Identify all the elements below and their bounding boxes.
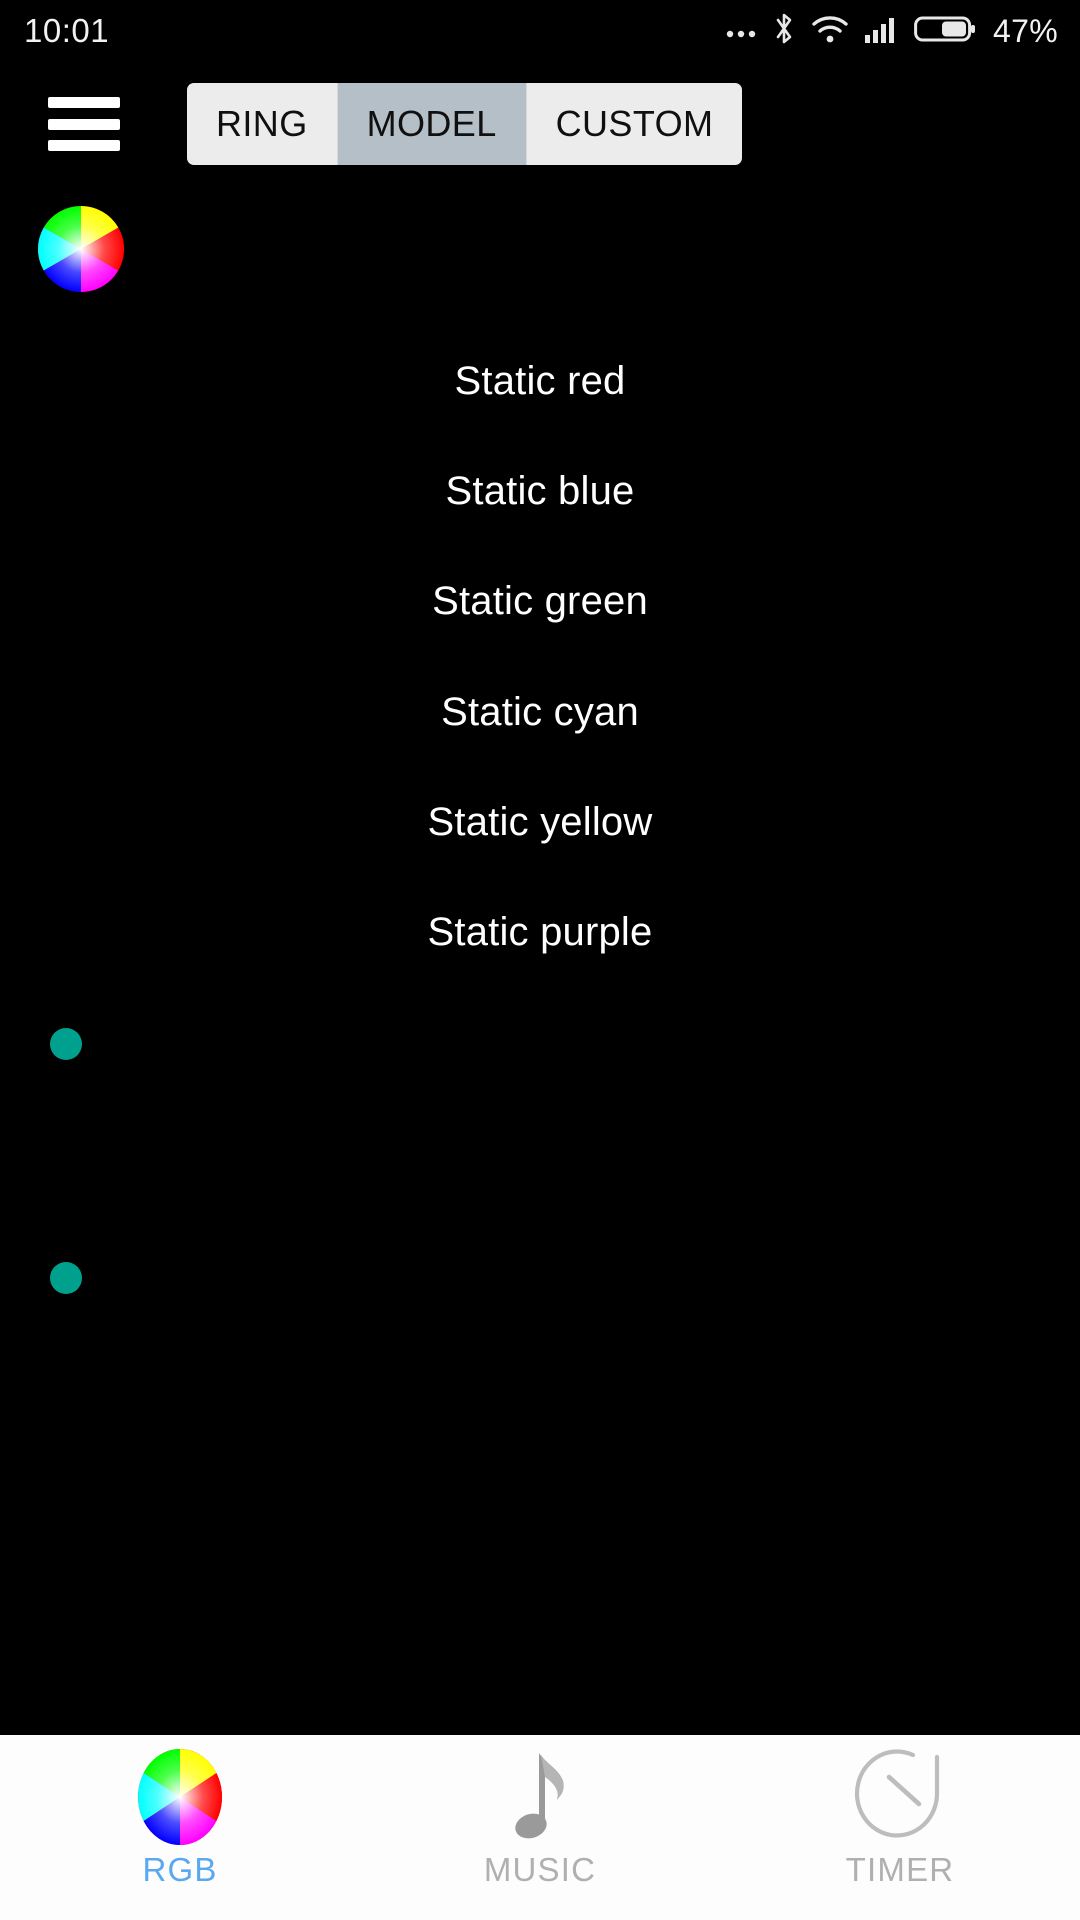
cellular-signal-icon bbox=[863, 13, 901, 50]
mode-item-static-green[interactable]: Static green bbox=[0, 579, 1080, 624]
nav-item-timer[interactable]: TIMER bbox=[720, 1735, 1080, 1889]
bottom-navigation-bar: RGB MUSIC TIMER bbox=[0, 1735, 1080, 1920]
nav-timer-icon-wrap bbox=[852, 1747, 948, 1848]
hamburger-menu-icon[interactable] bbox=[48, 97, 120, 151]
main-content: Static red Static blue Static green Stat… bbox=[0, 184, 1080, 1735]
nav-label-timer: TIMER bbox=[845, 1851, 955, 1888]
mode-item-static-blue[interactable]: Static blue bbox=[0, 469, 1080, 514]
tab-ring[interactable]: RING bbox=[187, 83, 338, 165]
nav-music-icon-wrap bbox=[492, 1749, 588, 1845]
mode-segmented-control: RING MODEL CUSTOM bbox=[187, 83, 743, 165]
hamburger-bar-1 bbox=[48, 97, 120, 108]
wifi-icon bbox=[810, 12, 850, 51]
tab-custom[interactable]: CUSTOM bbox=[526, 83, 743, 165]
status-bar-icons: 47% bbox=[724, 10, 1058, 53]
mode-item-static-red[interactable]: Static red bbox=[0, 359, 1080, 404]
status-bar-clock: 10:01 bbox=[24, 12, 110, 49]
brightness-slider-thumb[interactable] bbox=[50, 1028, 82, 1060]
mode-item-static-yellow[interactable]: Static yellow bbox=[0, 800, 1080, 845]
nav-item-music[interactable]: MUSIC bbox=[360, 1735, 720, 1889]
timer-icon bbox=[853, 1747, 947, 1848]
mode-item-static-cyan[interactable]: Static cyan bbox=[0, 690, 1080, 735]
hamburger-bar-2 bbox=[48, 118, 120, 130]
tab-model[interactable]: MODEL bbox=[337, 83, 527, 165]
bluetooth-icon bbox=[771, 10, 797, 53]
nav-label-rgb: RGB bbox=[142, 1851, 218, 1888]
battery-percent-label: 47% bbox=[993, 12, 1058, 49]
nav-rgb-icon-wrap bbox=[132, 1749, 228, 1845]
mode-item-static-purple[interactable]: Static purple bbox=[0, 910, 1080, 955]
speed-slider-thumb[interactable] bbox=[50, 1262, 82, 1294]
app-root: 10:01 47% RING MODEL CUSTOM Static red S… bbox=[0, 0, 1080, 1920]
nav-label-music: MUSIC bbox=[483, 1851, 597, 1888]
battery-icon bbox=[914, 13, 976, 50]
more-horizontal-icon bbox=[724, 12, 758, 51]
status-bar: 10:01 47% bbox=[0, 0, 1080, 62]
music-note-icon bbox=[505, 1747, 575, 1848]
color-wheel-icon bbox=[138, 1749, 222, 1845]
hamburger-bar-3 bbox=[48, 140, 120, 151]
color-wheel-icon[interactable] bbox=[38, 206, 124, 292]
nav-item-rgb[interactable]: RGB bbox=[0, 1735, 360, 1889]
top-bar: RING MODEL CUSTOM bbox=[0, 62, 1080, 184]
